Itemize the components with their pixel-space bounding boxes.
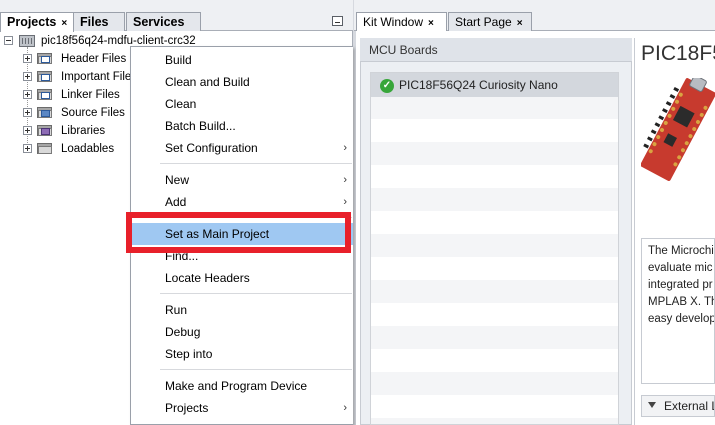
menu-item-make-and-program-device[interactable]: Make and Program Device: [132, 375, 353, 397]
tab-start-page[interactable]: Start Page ×: [448, 12, 532, 31]
tab-files-label: Files: [80, 15, 109, 29]
close-icon[interactable]: ×: [428, 18, 434, 29]
minimize-icon[interactable]: [332, 16, 343, 26]
menu-item-label: New: [165, 173, 190, 187]
board-name: PIC18F56Q24 Curiosity Nano: [399, 78, 558, 92]
chip-icon: [19, 35, 35, 47]
tab-files[interactable]: Files: [73, 12, 125, 31]
expand-icon[interactable]: [23, 108, 32, 117]
tab-projects[interactable]: Projects ×: [0, 12, 75, 32]
folder-label: Header Files: [61, 53, 127, 65]
menu-item-build[interactable]: Build: [132, 49, 353, 71]
menu-item-set-configuration[interactable]: Set Configuration ›: [132, 137, 353, 159]
menu-item-label: Debug: [165, 325, 201, 339]
menu-item-label: Add: [165, 195, 187, 209]
collapse-icon[interactable]: [4, 36, 13, 45]
menu-separator: [160, 163, 352, 164]
right-tab-bar: Kit Window × Start Page ×: [354, 0, 715, 32]
tab-projects-label: Projects: [7, 15, 57, 29]
tab-services-label: Services: [133, 15, 185, 29]
tree-folder-header-files[interactable]: Header Files: [0, 50, 130, 68]
menu-item-batch-build[interactable]: Batch Build...: [132, 115, 353, 137]
board-details-title: PIC18F5: [641, 42, 715, 65]
annotation-highlight-box: [126, 212, 351, 253]
tab-start-page-label: Start Page: [455, 15, 512, 29]
expand-triangle-icon[interactable]: [648, 402, 656, 408]
boards-list[interactable]: [370, 72, 619, 425]
close-icon[interactable]: ×: [61, 18, 67, 29]
submenu-arrow-icon: ›: [343, 174, 347, 186]
folder-label: Source Files: [61, 107, 125, 119]
folder-icon: [37, 106, 53, 119]
menu-item-debug[interactable]: Debug: [132, 321, 353, 343]
menu-item-label: Locate Headers: [165, 271, 250, 285]
menu-item-locate-headers[interactable]: Locate Headers: [132, 267, 353, 289]
tree-folder-libraries[interactable]: Libraries: [0, 122, 130, 140]
expand-icon[interactable]: [23, 126, 32, 135]
board-description: The Microchi evaluate mic integrated pr …: [641, 238, 715, 384]
menu-item-label: Clean: [165, 97, 197, 111]
folder-label: Linker Files: [61, 89, 120, 101]
description-line: easy develop: [648, 313, 715, 325]
folder-label: Important Files: [61, 71, 138, 83]
mcu-boards-header: MCU Boards: [360, 38, 632, 62]
tab-kit-window-label: Kit Window: [363, 15, 424, 29]
tab-kit-window[interactable]: Kit Window ×: [356, 12, 447, 32]
menu-item-label: Batch Build...: [165, 119, 236, 133]
close-icon[interactable]: ×: [517, 18, 523, 29]
tree-folder-important-files[interactable]: Important Files: [0, 68, 137, 86]
folder-icon: [37, 70, 53, 83]
menu-item-run[interactable]: Run: [132, 299, 353, 321]
menu-item-clean[interactable]: Clean: [132, 93, 353, 115]
description-line: integrated pr: [648, 279, 713, 291]
menu-item-label: Build: [165, 53, 192, 67]
description-line: The Microchi: [648, 245, 714, 257]
expand-icon[interactable]: [23, 54, 32, 63]
menu-item-new[interactable]: New ›: [132, 169, 353, 191]
left-tab-bar: Projects × Files Services: [0, 0, 353, 32]
menu-item-add[interactable]: Add ›: [132, 191, 353, 213]
description-line: evaluate mic: [648, 262, 713, 274]
menu-item-label: Clean and Build: [165, 75, 250, 89]
description-line: MPLAB X. Th: [648, 296, 715, 308]
tree-folder-linker-files[interactable]: Linker Files: [0, 86, 130, 104]
submenu-arrow-icon: ›: [343, 142, 347, 154]
folder-label: Loadables: [61, 143, 115, 155]
tab-services[interactable]: Services: [126, 12, 201, 31]
board-photo: [641, 78, 715, 181]
menu-item-label: Projects: [165, 401, 209, 415]
menu-separator: [160, 369, 352, 370]
external-links-section[interactable]: External L: [641, 395, 715, 417]
menu-item-projects[interactable]: Projects ›: [132, 397, 353, 419]
folder-icon: [37, 88, 53, 101]
menu-item-label: Step into: [165, 347, 213, 361]
menu-item-clean-and-build[interactable]: Clean and Build: [132, 71, 353, 93]
menu-item-step-into[interactable]: Step into: [132, 343, 353, 365]
menu-item-label: Run: [165, 303, 188, 317]
expand-icon[interactable]: [23, 72, 32, 81]
menu-item-label: Set Configuration: [165, 141, 258, 155]
library-folder-icon: [37, 124, 53, 137]
submenu-arrow-icon: ›: [343, 196, 347, 208]
folder-icon: [37, 142, 53, 155]
folder-icon: [37, 52, 53, 65]
external-links-label: External L: [664, 399, 715, 413]
check-icon: ✓: [380, 79, 394, 93]
menu-separator: [160, 293, 352, 294]
expand-icon[interactable]: [23, 144, 32, 153]
tree-folder-loadables[interactable]: Loadables: [0, 140, 130, 158]
expand-icon[interactable]: [23, 90, 32, 99]
submenu-arrow-icon: ›: [343, 402, 347, 414]
tree-folder-source-files[interactable]: Source Files: [0, 104, 130, 122]
menu-item-label: Make and Program Device: [165, 379, 308, 393]
folder-label: Libraries: [61, 125, 106, 137]
